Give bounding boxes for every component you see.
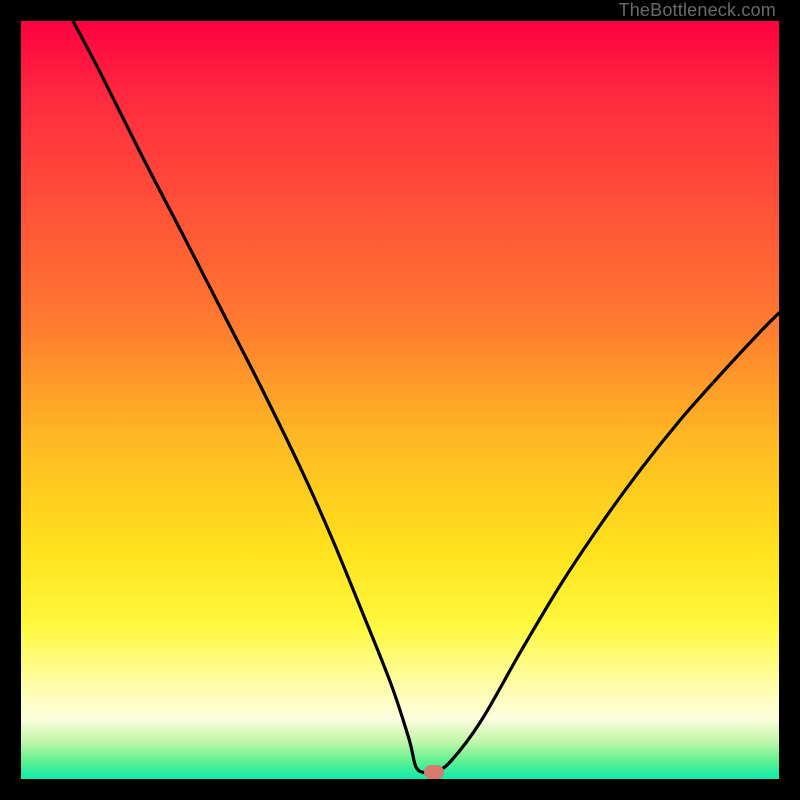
plot-area xyxy=(21,21,779,779)
curve-svg xyxy=(21,21,779,779)
bottleneck-curve xyxy=(73,21,779,774)
minimum-marker xyxy=(424,765,444,779)
watermark-text: TheBottleneck.com xyxy=(619,0,776,21)
